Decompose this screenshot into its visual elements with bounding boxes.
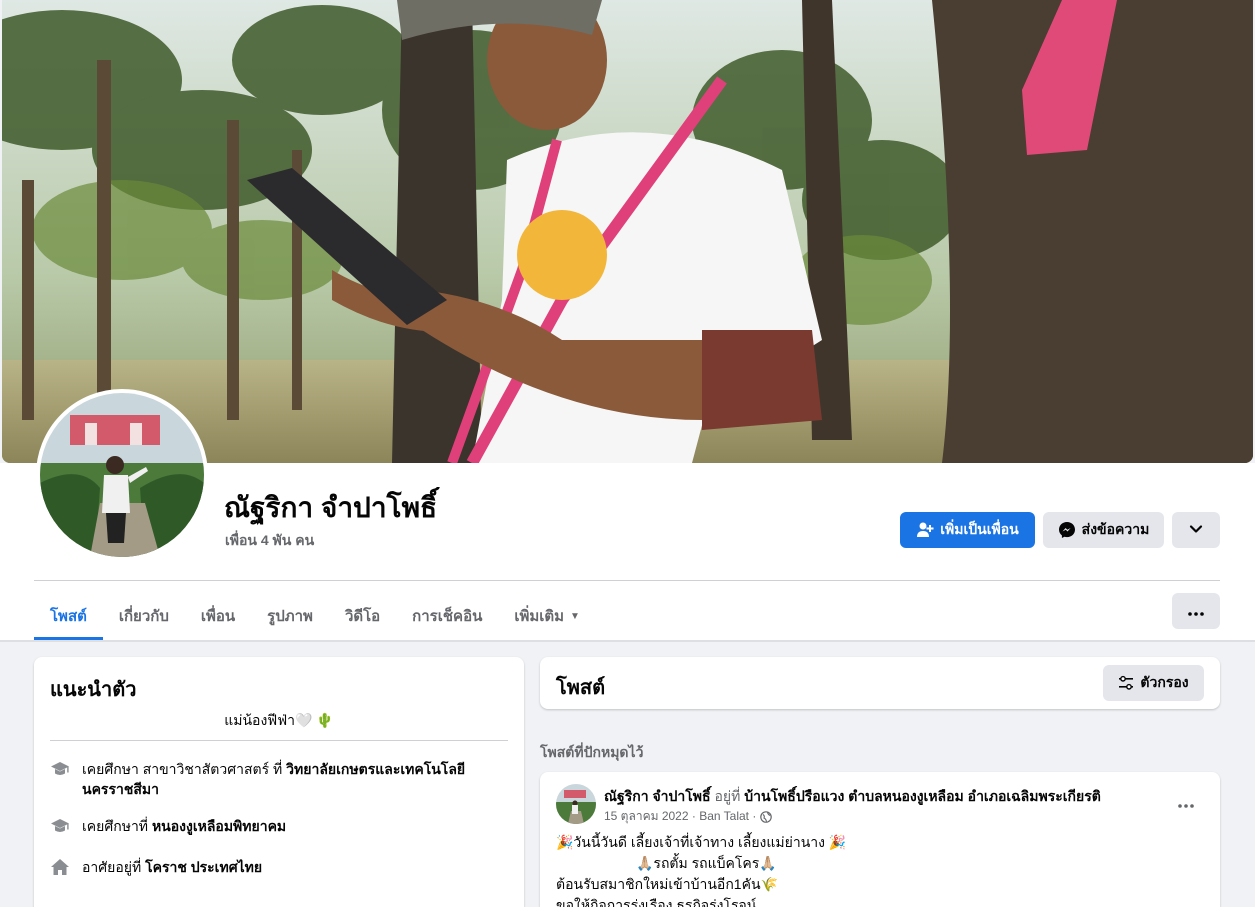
post-line-4: ขอให้กิจการรุ่งเรือง ธุรกิจรุ่งโรจน์ [556,897,757,907]
message-button[interactable]: ส่งข้อความ [1043,512,1164,548]
intro-divider [50,740,508,741]
cover-photo[interactable] [2,0,1253,463]
posts-title: โพสต์ [556,677,606,699]
intro-item-lives-in: อาศัยอยู่ที่ โคราช ประเทศไทย [50,857,490,877]
post-author-name[interactable]: ณัฐริกา จำปาโพธิ์ [604,788,711,804]
post-date[interactable]: 15 ตุลาคม 2022 · Ban Talat · [604,807,756,826]
intro-item-education-1: เคยศึกษา สาขาวิชาสัตวศาสตร์ ที่ วิทยาลัย… [50,759,490,799]
post-at-word: อยู่ที่ [714,788,741,804]
tab-photos-label: รูปภาพ [267,608,313,625]
message-label: ส่งข้อความ [1081,521,1150,537]
intro-item-lives-in-link[interactable]: โคราช ประเทศไทย [145,859,262,875]
header-bottom-border [0,640,1255,642]
tab-checkins-label: การเช็คอิน [412,608,483,625]
globe-icon [760,810,773,823]
graduation-cap-icon [50,816,70,836]
tab-posts[interactable]: โพสต์ [34,592,103,640]
tab-more-label: เพิ่มเติม [514,608,565,625]
profile-tabs: โพสต์ เกี่ยวกับ เพื่อน รูปภาพ วิดีโอ การ… [34,592,596,640]
add-friend-label: เพิ่มเป็นเพื่อน [940,521,1019,537]
intro-bio: แม่น้องฟีฟ่า🤍 🌵 [224,712,334,728]
tab-more[interactable]: เพิ่มเติม ▼ [498,592,596,640]
messenger-icon [1058,521,1076,539]
intro-item-education-1-text: เคยศึกษา สาขาวิชาสัตวศาสตร์ ที่ [82,761,287,777]
post-line-1: 🎉วันนี้วันดี เลี้ยงเจ้าที่เจ้าทาง เลี้ยง… [556,834,847,850]
tab-videos-label: วิดีโอ [344,608,381,625]
tab-checkins[interactable]: การเช็คอิน [396,592,498,640]
add-person-icon [916,521,934,539]
intro-item-lives-in-text: อาศัยอยู่ที่ [82,859,146,875]
tab-photos[interactable]: รูปภาพ [251,592,329,640]
chevron-down-icon [1189,522,1203,539]
home-icon [50,857,70,877]
post-header-line: ณัฐริกา จำปาโพธิ์ อยู่ที่ บ้านโพธิ์ปรือแ… [604,786,1101,808]
tab-about-label: เกี่ยวกับ [118,608,169,625]
intro-card: แนะนำตัว แม่น้องฟีฟ่า🤍 🌵 เคยศึกษา สาขาวิ… [34,657,524,907]
more-dots-icon [1178,792,1194,813]
tab-about[interactable]: เกี่ยวกับ [103,592,185,640]
post-line-3: ต้อนรับสมาชิกใหม่เข้าบ้านอีก1คัน🌾 [556,876,778,892]
intro-item-education-2-link[interactable]: หนองงูเหลือมพิทยาคม [152,818,286,834]
add-friend-button[interactable]: เพิ่มเป็นเพื่อน [900,512,1035,548]
posts-header-card: โพสต์ ตัวกรอง [540,657,1220,709]
post-options-button[interactable] [1170,788,1202,816]
tab-posts-label: โพสต์ [50,608,87,625]
tab-friends[interactable]: เพื่อน [185,592,251,640]
profile-options-button[interactable] [1172,512,1220,548]
intro-item-education-2: เคยศึกษาที่ หนองงูเหลือมพิทยาคม [50,816,490,836]
profile-avatar[interactable] [36,389,208,561]
more-dots-icon [1188,603,1204,619]
filter-sliders-icon [1118,675,1134,691]
tabs-more-options-button[interactable] [1172,593,1220,629]
tab-videos[interactable]: วิดีโอ [329,592,396,640]
post-author-avatar[interactable] [556,784,596,824]
intro-item-education-2-text: เคยศึกษาที่ [82,818,152,834]
profile-name: ณัฐริกา จำปาโพธิ์ [224,492,438,523]
post-location[interactable]: บ้านโพธิ์ปรือแวง ตำบลหนองงูเหลือม อำเภอเ… [744,788,1101,804]
filter-label: ตัวกรอง [1140,674,1189,690]
pinned-post: ณัฐริกา จำปาโพธิ์ อยู่ที่ บ้านโพธิ์ปรือแ… [540,772,1220,907]
friends-count[interactable]: เพื่อน 4 พัน คน [225,530,314,552]
caret-down-icon: ▼ [570,610,580,622]
post-subline: 15 ตุลาคม 2022 · Ban Talat · [604,807,773,826]
post-body: 🎉วันนี้วันดี เลี้ยงเจ้าที่เจ้าทาง เลี้ยง… [556,832,846,907]
tab-friends-label: เพื่อน [200,608,236,625]
pinned-posts-label: โพสต์ที่ปักหมุดไว้ [540,744,644,760]
post-line-2: 🙏🏼รถตั้ม รถแบ็คโคร🙏🏼 [636,855,777,871]
filter-button[interactable]: ตัวกรอง [1103,665,1204,701]
header-divider [34,580,1220,581]
graduation-cap-icon [50,759,70,779]
intro-title: แนะนำตัว [50,679,137,701]
